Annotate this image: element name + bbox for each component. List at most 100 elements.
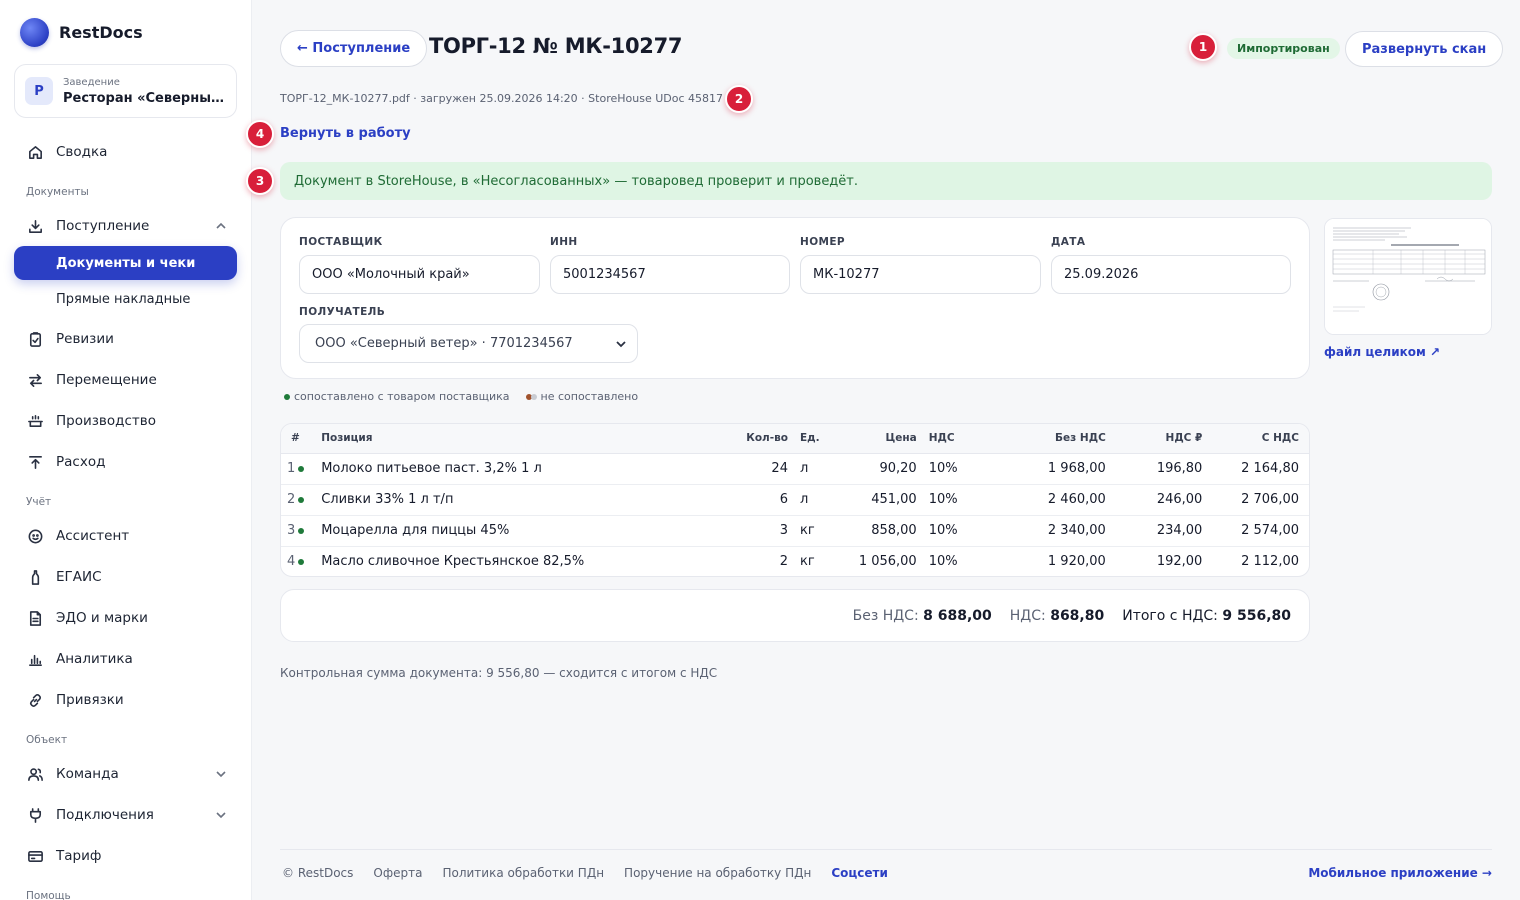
sidebar-item-audits[interactable]: Ревизии: [14, 322, 237, 356]
sidebar-item-assistant[interactable]: Ассистент: [14, 519, 237, 553]
back-to-receipt-button[interactable]: ← Поступление: [280, 30, 428, 67]
footer-mobile-app-link[interactable]: Мобильное приложение →: [1308, 866, 1492, 880]
number-field[interactable]: МК-10277: [800, 255, 1041, 294]
totals-vat-label: НДС:: [1009, 607, 1046, 624]
scan-thumbnail[interactable]: [1324, 218, 1492, 335]
sidebar-item-edo[interactable]: ЭДО и марки: [14, 601, 237, 635]
sidebar-item-analytics[interactable]: Аналитика: [14, 642, 237, 676]
sidebar-item-summary[interactable]: Сводка: [14, 135, 237, 169]
sidebar-section-help: Помощь: [26, 890, 71, 900]
cell-price: 858,00: [844, 515, 923, 547]
match-legend: сопоставлено с товаром поставщика не соп…: [284, 390, 638, 403]
match-status-dot: [298, 496, 305, 503]
sidebar-item-docs-and-checks[interactable]: Документы и чеки: [14, 246, 237, 280]
checksum-note: Контрольная сумма документа: 9 556,80 — …: [280, 666, 718, 680]
sidebar-item-connections[interactable]: Подключения: [14, 798, 237, 832]
totals-vat-value: 868,80: [1050, 607, 1105, 624]
table-row[interactable]: 1 Молоко питьевое паст. 3,2% 1 л 24 л 90,20 1…: [281, 453, 1309, 485]
home-icon: [27, 144, 44, 161]
card-icon: [27, 848, 44, 865]
cell-price: 451,00: [844, 484, 923, 516]
table-row[interactable]: 3 Моцарелла для пиццы 45% 3 кг 858,00 10% 2 34…: [281, 515, 1309, 547]
cell-vat-sum: 246,00: [1111, 484, 1209, 516]
arrows-swap-icon: [27, 372, 44, 389]
cell-net: 2 340,00: [972, 515, 1112, 547]
number-label: НОМЕР: [800, 236, 846, 248]
footer-copyright: © RestDocs: [282, 866, 354, 880]
status-badge: Импортирован: [1227, 38, 1340, 59]
brand[interactable]: RestDocs: [20, 18, 143, 47]
cell-gross: 2 574,00: [1208, 515, 1309, 547]
footer-social-link[interactable]: Соцсети: [831, 866, 888, 880]
page-title: ТОРГ-12 № МК-10277: [429, 34, 683, 58]
status-notice: Документ в StoreHouse, в «Несогласованны…: [280, 162, 1492, 200]
match-status-dot: [298, 465, 305, 472]
return-to-work-link[interactable]: Вернуть в работу: [280, 126, 411, 141]
cell-item: Масло сливочное Крестьянское 82,5%: [321, 554, 585, 570]
chevron-down-icon: [615, 338, 627, 354]
sidebar-item-label: ЭДО и марки: [56, 610, 148, 626]
open-full-file-link[interactable]: файл целиком ↗: [1324, 345, 1440, 359]
sidebar-item-tariff[interactable]: Тариф: [14, 839, 237, 873]
sidebar-item-label: Расход: [56, 454, 106, 470]
download-tray-icon: [27, 218, 44, 235]
sidebar-item-direct-invoices[interactable]: Прямые накладные: [14, 282, 237, 316]
supplier-field[interactable]: ООО «Молочный край»: [299, 255, 540, 294]
sidebar-item-receipt[interactable]: Поступление: [14, 209, 237, 243]
chevron-down-icon: [215, 809, 227, 825]
sidebar-item-label: Ревизии: [56, 331, 114, 347]
cooking-pot-icon: [27, 413, 44, 430]
match-status-dot: [298, 527, 305, 534]
legend-matched: сопоставлено с товаром поставщика: [294, 390, 510, 403]
brand-logo: [20, 18, 49, 47]
link-icon: [27, 692, 44, 709]
cell-unit: кг: [793, 515, 845, 547]
sidebar-item-label: Ассистент: [56, 528, 130, 544]
sidebar-item-team[interactable]: Команда: [14, 757, 237, 791]
totals-bar: Без НДС: 8 688,00 НДС: 868,80 Итого с НД…: [280, 589, 1310, 642]
sidebar-item-expense[interactable]: Расход: [14, 445, 237, 479]
venue-avatar: Р: [25, 77, 53, 105]
cell-vat-sum: 234,00: [1111, 515, 1209, 547]
document-fields-card: ПОСТАВЩИК ООО «Молочный край» ИНН 500123…: [280, 217, 1310, 379]
users-icon: [27, 766, 44, 783]
main-content: ← Поступление ТОРГ-12 № МК-10277 1 Импор…: [246, 0, 1520, 900]
sidebar-item-label: Перемещение: [56, 372, 157, 388]
cell-qty: 2: [779, 554, 788, 570]
date-field[interactable]: 25.09.2026: [1051, 255, 1291, 294]
recipient-select[interactable]: ООО «Северный ветер» · 7701234567: [299, 324, 638, 363]
cell-price: 90,20: [844, 453, 923, 485]
col-price: Цена: [844, 424, 923, 454]
cell-vat: 10%: [922, 453, 973, 485]
legend-unmatched: не сопоставлено: [540, 390, 639, 403]
cell-gross: 2 164,80: [1208, 453, 1309, 485]
inn-field[interactable]: 5001234567: [550, 255, 790, 294]
footer-offer-link[interactable]: Оферта: [373, 866, 422, 880]
cell-vat: 10%: [922, 484, 973, 516]
sidebar-section-docs: Документы: [26, 186, 89, 198]
venue-switcher[interactable]: Р Заведение Ресторан «Северный ветер»: [14, 64, 237, 118]
cell-gross: 2 112,00: [1241, 554, 1299, 570]
cell-qty: 3: [717, 515, 794, 547]
date-label: ДАТА: [1051, 236, 1086, 248]
matched-dot: [284, 393, 290, 400]
sidebar-item-production[interactable]: Производство: [14, 404, 237, 438]
col-gross: С НДС: [1208, 424, 1309, 454]
sidebar-item-label: ЕГАИС: [56, 569, 102, 585]
sidebar-item-egais[interactable]: ЕГАИС: [14, 560, 237, 594]
expand-scan-button[interactable]: Развернуть скан: [1345, 31, 1504, 67]
table-row[interactable]: 2 Сливки 33% 1 л т/п 6 л 451,00 10% 2 460,00 24…: [281, 484, 1309, 516]
chevron-up-icon: [215, 220, 227, 236]
totals-gross-value: 9 556,80: [1222, 607, 1291, 624]
totals-gross-label: Итого с НДС:: [1122, 607, 1218, 624]
table-row[interactable]: 4 Масло сливочное Крестьянское 82,5% 2 кг 1 …: [281, 546, 1309, 576]
footer-instruction-link[interactable]: Поручение на обработку ПДн: [624, 866, 811, 880]
totals-net-label: Без НДС:: [852, 607, 919, 624]
totals-net-value: 8 688,00: [923, 607, 992, 624]
cell-num: 3: [281, 515, 316, 547]
row-number: 1: [287, 461, 296, 476]
sidebar-item-bindings[interactable]: Привязки: [14, 683, 237, 717]
sidebar-item-transfer[interactable]: Перемещение: [14, 363, 237, 397]
row-number: 4: [287, 554, 296, 570]
footer-privacy-link[interactable]: Политика обработки ПДн: [442, 866, 604, 880]
